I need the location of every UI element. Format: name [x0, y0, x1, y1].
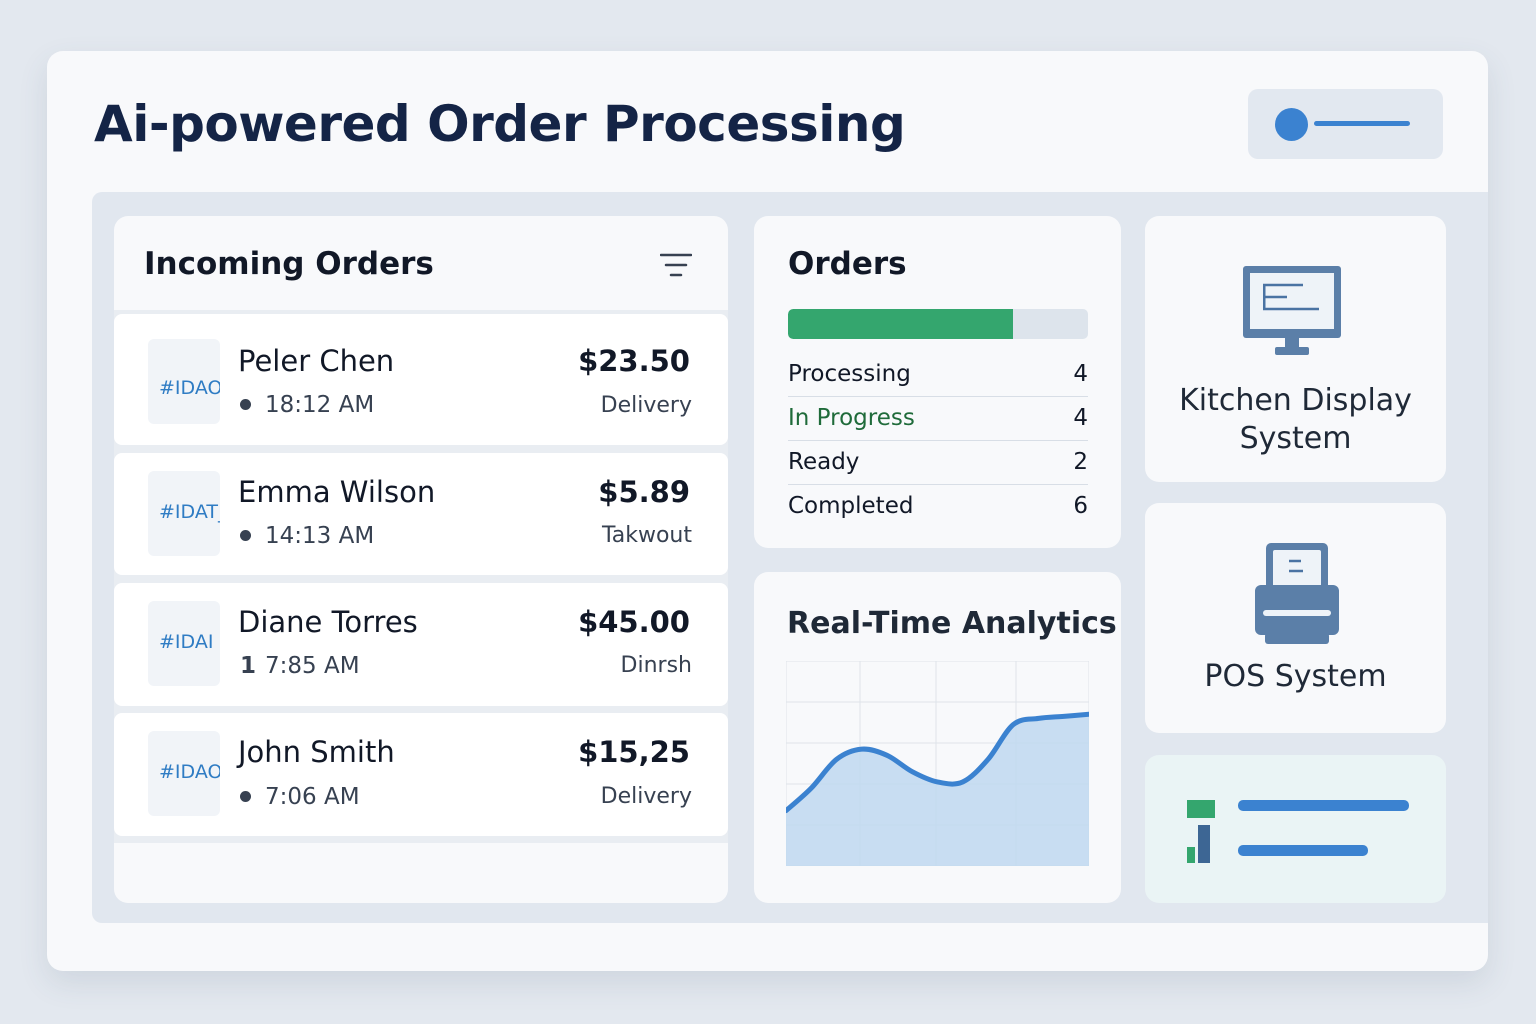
order-type: Delivery: [600, 784, 692, 809]
status-label: Completed: [788, 493, 914, 519]
status-row-in-progress: In Progress 4: [788, 397, 1088, 441]
pos-system-card[interactable]: POS System: [1145, 503, 1446, 733]
order-amount: $15,25: [578, 735, 690, 769]
kitchen-display-card[interactable]: Kitchen Display System: [1145, 216, 1446, 482]
order-type: Delivery: [600, 393, 692, 418]
order-type: Dinrsh: [620, 653, 692, 678]
orders-progress-bar: [788, 309, 1088, 339]
order-customer-name: Diane Torres: [238, 605, 418, 639]
analytics-title: Real-Time Analytics: [787, 606, 1117, 641]
status-dot-icon: [1275, 108, 1308, 141]
time-bullet-icon: [240, 791, 251, 802]
status-row-completed: Completed 6: [788, 485, 1088, 529]
status-label: Processing: [788, 361, 911, 387]
monitor-icon: [1243, 266, 1341, 355]
analytics-card: Real-Time Analytics: [754, 572, 1121, 903]
dashboard-content: Incoming Orders #IDAO. Peler Chen 18:12 …: [92, 192, 1488, 923]
order-time-text: 7:85 AM: [265, 653, 360, 679]
order-id: #IDAO: [148, 731, 220, 816]
app-window: Ai-powered Order Processing Incoming Ord…: [47, 51, 1488, 971]
order-customer-name: Emma Wilson: [238, 475, 436, 509]
order-customer-name: John Smith: [238, 735, 395, 769]
time-bullet-icon: [240, 399, 251, 410]
status-label: Ready: [788, 449, 860, 475]
incoming-orders-header: Incoming Orders: [114, 216, 728, 310]
orders-progress-fill: [788, 309, 1013, 339]
order-row[interactable]: #IDAT_ Emma Wilson 14:13 AM $5.89 Takwou…: [114, 453, 728, 575]
order-id: #IDAT_: [148, 471, 220, 556]
summary-line-secondary: [1238, 845, 1368, 856]
order-amount: $45.00: [578, 605, 690, 639]
bar-chart-icon: [1187, 800, 1215, 863]
printer-icon: [1255, 543, 1339, 644]
status-count: 2: [1073, 449, 1088, 475]
status-row-ready: Ready 2: [788, 441, 1088, 485]
analytics-area-chart: [786, 661, 1089, 866]
order-type: Takwout: [601, 523, 692, 548]
summary-widget-card[interactable]: [1145, 755, 1446, 903]
header-toggle-widget[interactable]: [1248, 89, 1443, 159]
order-id: #IDAI: [148, 601, 220, 686]
kitchen-display-label: Kitchen Display System: [1179, 383, 1412, 456]
status-count: 6: [1073, 493, 1088, 519]
order-row[interactable]: #IDAO. Peler Chen 18:12 AM $23.50 Delive…: [114, 314, 728, 445]
order-id: #IDAO.: [148, 339, 220, 424]
order-time: 18:12 AM: [240, 392, 374, 418]
incoming-orders-title: Incoming Orders: [144, 246, 434, 282]
order-time: 7:06 AM: [240, 784, 360, 810]
order-row[interactable]: #IDAI Diane Torres 1 7:85 AM $45.00 Dinrs…: [114, 583, 728, 706]
order-amount: $5.89: [598, 475, 690, 509]
order-time-text: 18:12 AM: [265, 392, 375, 418]
status-count: 4: [1073, 361, 1088, 387]
page-title: Ai-powered Order Processing: [94, 95, 906, 153]
orders-status-title: Orders: [788, 246, 907, 282]
filter-icon[interactable]: [660, 252, 692, 278]
order-row[interactable]: #IDAO John Smith 7:06 AM $15,25 Delivery: [114, 713, 728, 836]
order-customer-name: Peler Chen: [238, 344, 395, 378]
order-amount: $23.50: [578, 344, 690, 378]
orders-status-card: Orders Processing 4 In Progress 4 Ready …: [754, 216, 1121, 548]
pos-system-label: POS System: [1204, 659, 1387, 694]
status-count: 4: [1073, 405, 1088, 431]
incoming-orders-panel: Incoming Orders #IDAO. Peler Chen 18:12 …: [114, 216, 728, 903]
summary-line-primary: [1238, 800, 1409, 811]
time-bullet-icon: [240, 530, 251, 541]
time-marker: 1: [240, 653, 257, 679]
status-row-processing: Processing 4: [788, 353, 1088, 397]
order-time-text: 7:06 AM: [265, 784, 360, 810]
menu-line-icon: [1314, 121, 1410, 126]
order-time: 1 7:85 AM: [240, 653, 360, 679]
order-time-text: 14:13 AM: [265, 523, 375, 549]
chart-area-fill: [786, 714, 1089, 866]
status-label: In Progress: [788, 405, 915, 431]
order-time: 14:13 AM: [240, 523, 374, 549]
orders-list-footer: [114, 843, 728, 903]
